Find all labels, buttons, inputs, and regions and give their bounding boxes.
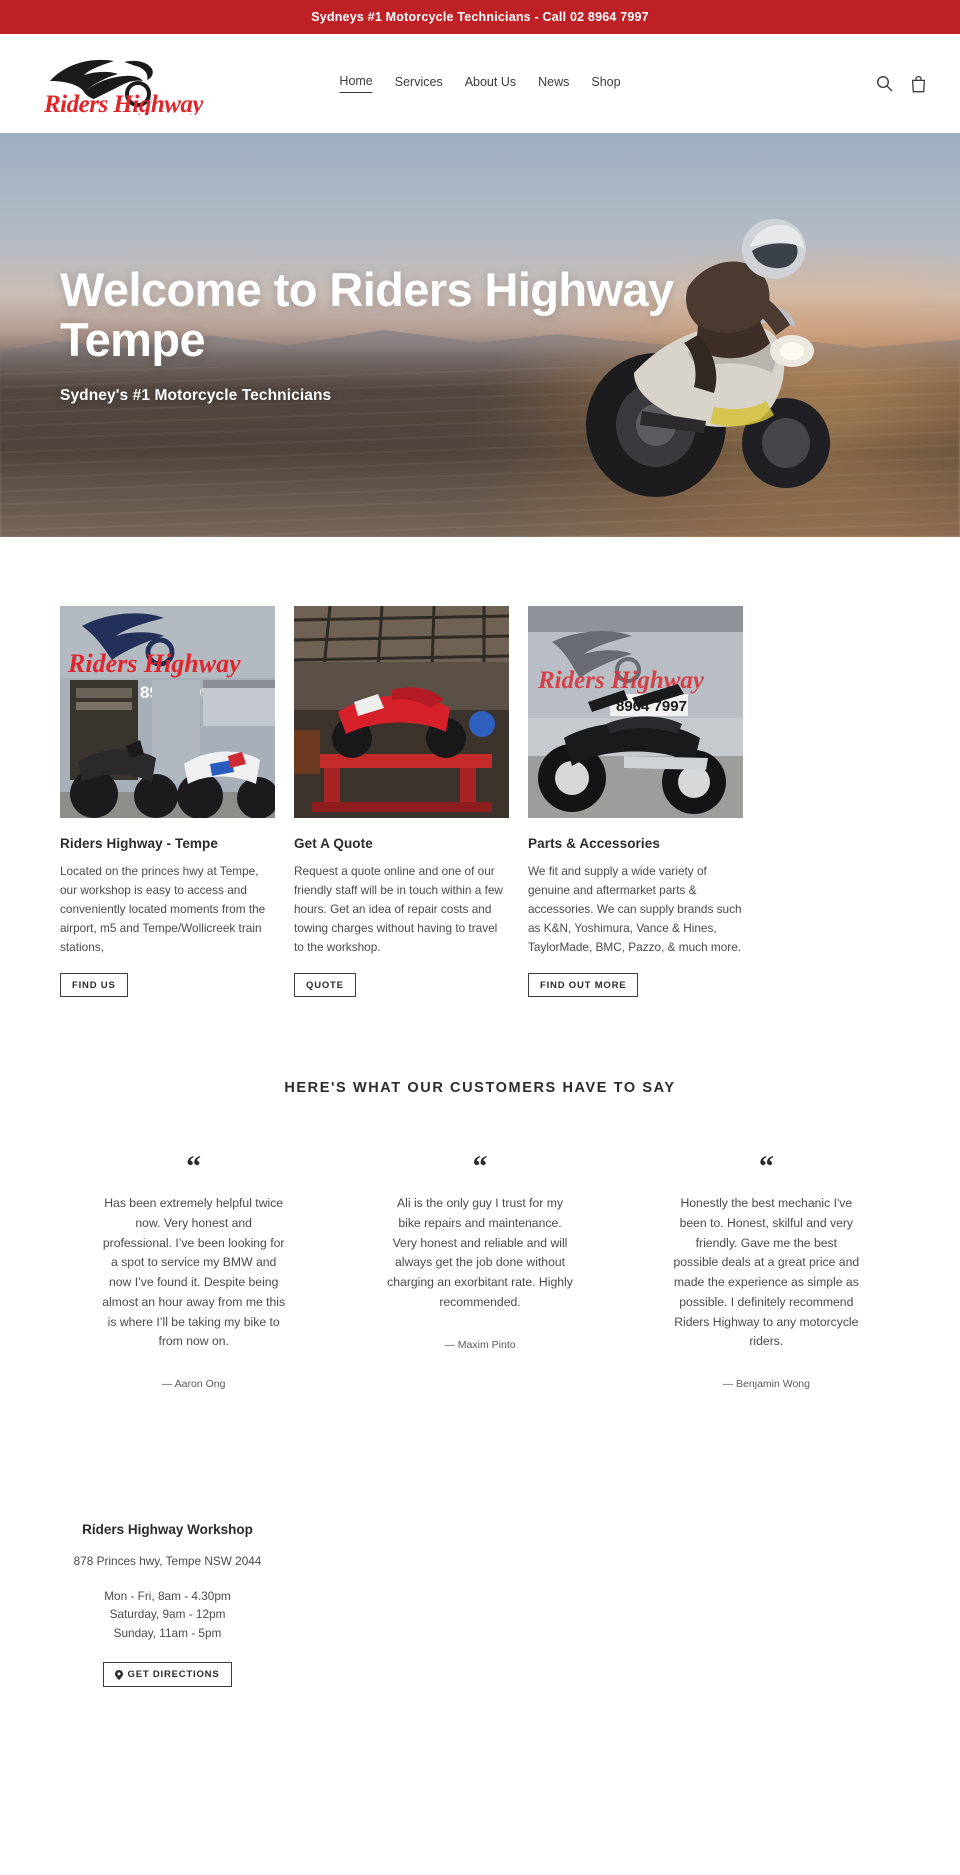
hero-subtitle: Sydney's #1 Motorcycle Technicians: [60, 386, 332, 404]
shopping-bag-icon[interactable]: [911, 75, 926, 93]
quote-mark-icon: “: [758, 1150, 774, 1184]
site-logo[interactable]: Riders Highway: [40, 53, 215, 115]
site-header: Riders Highway Home Services About Us Ne…: [0, 34, 960, 133]
page-bottom-spacer: [0, 1687, 960, 1757]
hero-banner: Welcome to Riders Highway Tempe Sydney's…: [0, 133, 960, 537]
feature-cards-list: Riders Highway 8964 7997: [60, 606, 900, 998]
testimonial-item: “ Has been extremely helpful twice now. …: [100, 1150, 287, 1391]
card-description: We fit and supply a wide variety of genu…: [528, 864, 742, 955]
card-image-workshop-lift[interactable]: [294, 606, 509, 818]
testimonial-text: Honestly the best mechanic I've been to.…: [673, 1196, 860, 1349]
search-icon[interactable]: [876, 75, 893, 92]
nav-item-shop[interactable]: Shop: [591, 75, 620, 93]
testimonials-heading: HERE'S WHAT OUR CUSTOMERS HAVE TO SAY: [284, 1080, 676, 1097]
get-directions-label: GET DIRECTIONS: [127, 1669, 220, 1681]
workshop-info-block: Riders Highway Workshop 878 Princes hwy,…: [60, 1522, 275, 1688]
workshop-hours: Mon - Fri, 8am - 4.30pm Saturday, 9am - …: [60, 1587, 275, 1642]
quote-mark-icon: “: [472, 1150, 488, 1184]
workshop-address: 878 Princes hwy, Tempe NSW 2044: [73, 1554, 262, 1569]
feature-card-tempe: Riders Highway 8964 7997: [60, 606, 275, 998]
card-description: Located on the princes hwy at Tempe, our…: [60, 864, 266, 955]
nav-item-home[interactable]: Home: [339, 74, 373, 93]
workshop-info-section: Riders Highway Workshop 878 Princes hwy,…: [0, 1406, 960, 1688]
find-out-more-button[interactable]: FIND OUT MORE: [528, 972, 639, 998]
card-title: Parts & Accessories: [528, 836, 660, 851]
testimonial-text: Has been extremely helpful twice now. Ve…: [102, 1196, 286, 1349]
find-us-button[interactable]: FIND US: [60, 972, 128, 998]
testimonial-item: “ Honestly the best mechanic I've been t…: [673, 1150, 860, 1391]
quote-button[interactable]: QUOTE: [294, 972, 356, 998]
feature-card-quote: Get A Quote Request a quote online and o…: [294, 606, 509, 998]
announcement-text: Sydneys #1 Motorcycle Technicians - Call…: [311, 10, 649, 24]
get-directions-button[interactable]: GET DIRECTIONS: [102, 1662, 233, 1688]
header-actions: [876, 75, 926, 93]
card-image-shopfront[interactable]: Riders Highway 8964 7997: [60, 606, 275, 818]
testimonial-text: Ali is the only guy I trust for my bike …: [387, 1196, 573, 1309]
testimonial-author: — Maxim Pinto: [444, 1338, 516, 1351]
feature-card-parts: Riders Highway 8964 7997 Parts & Accesso…: [528, 606, 743, 998]
svg-text:Riders Highway: Riders Highway: [43, 91, 204, 115]
card-description: Request a quote online and one of our fr…: [294, 864, 503, 955]
testimonials-list: “ Has been extremely helpful twice now. …: [60, 1136, 900, 1406]
testimonial-author: — Aaron Ong: [161, 1378, 226, 1391]
feature-cards-section: Riders Highway 8964 7997: [0, 537, 960, 998]
quote-mark-icon: “: [186, 1150, 202, 1184]
announcement-bar: Sydneys #1 Motorcycle Technicians - Call…: [0, 0, 960, 34]
card-title: Riders Highway - Tempe: [60, 836, 218, 851]
testimonial-item: “ Ali is the only guy I trust for my bik…: [386, 1152, 573, 1390]
nav-item-news[interactable]: News: [538, 75, 569, 93]
workshop-name: Riders Highway Workshop: [82, 1522, 253, 1538]
hero-title: Welcome to Riders Highway Tempe: [60, 263, 674, 366]
hours-saturday: Saturday, 9am - 12pm: [109, 1607, 226, 1622]
card-title: Get A Quote: [294, 836, 373, 851]
nav-item-about-us[interactable]: About Us: [465, 75, 516, 93]
hours-weekday: Mon - Fri, 8am - 4.30pm: [104, 1589, 231, 1604]
hours-sunday: Sunday, 11am - 5pm: [113, 1625, 222, 1640]
map-pin-icon: [114, 1670, 123, 1681]
nav-item-services[interactable]: Services: [395, 75, 443, 93]
svg-text:Riders Highway: Riders Highway: [67, 649, 241, 678]
card-image-cruiser[interactable]: Riders Highway 8964 7997: [528, 606, 743, 818]
testimonial-author: — Benjamin Wong: [722, 1378, 810, 1391]
main-navigation: Home Services About Us News Shop: [339, 74, 621, 93]
testimonials-section: HERE'S WHAT OUR CUSTOMERS HAVE TO SAY “ …: [0, 997, 960, 1406]
